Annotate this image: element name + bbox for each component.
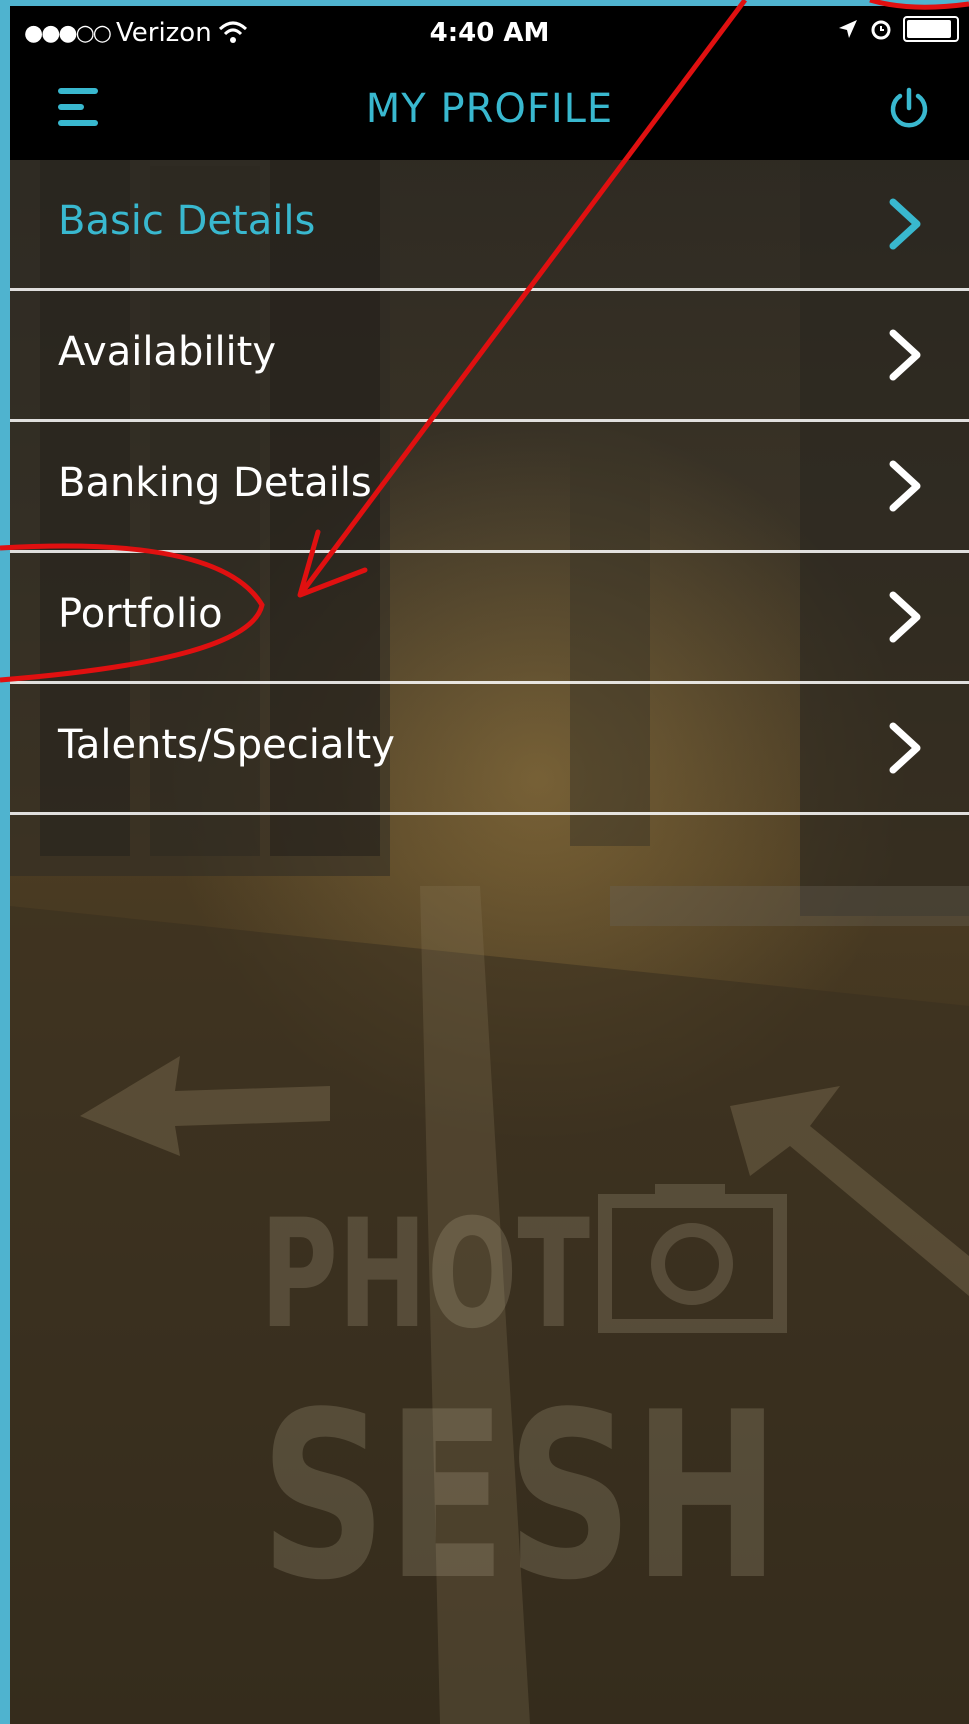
menu-item-availability[interactable]: Availability [10, 291, 969, 422]
battery-icon [903, 16, 959, 42]
menu-item-label: Banking Details [58, 460, 372, 506]
app-screen: ●●●○○ Verizon 4:40 AM MY PROFILE Basic D… [10, 6, 969, 1724]
chevron-right-icon [889, 722, 921, 774]
chevron-right-icon [889, 591, 921, 643]
alarm-icon [871, 20, 891, 40]
watermark-line1: PHOT [260, 1188, 590, 1362]
watermark-line2: SESH [260, 1364, 780, 1606]
photosesh-watermark-logo: PHOT SESH [260, 1184, 787, 1606]
chevron-right-icon [889, 198, 921, 250]
profile-menu-list: Basic Details Availability Banking Detai… [10, 160, 969, 815]
menu-item-label: Availability [58, 329, 277, 375]
menu-item-label: Basic Details [58, 198, 316, 244]
status-time: 4:40 AM [429, 18, 550, 48]
page-title: MY PROFILE [365, 86, 614, 132]
menu-item-portfolio[interactable]: Portfolio [10, 553, 969, 684]
menu-item-banking-details[interactable]: Banking Details [10, 422, 969, 553]
power-icon[interactable] [885, 84, 933, 132]
menu-item-label: Portfolio [58, 591, 223, 637]
chevron-right-icon [889, 460, 921, 512]
chevron-right-icon [889, 329, 921, 381]
status-icons [837, 16, 959, 42]
location-arrow-icon [839, 20, 857, 38]
status-bar: ●●●○○ Verizon 4:40 AM [10, 6, 969, 60]
menu-item-label: Talents/Specialty [58, 722, 395, 768]
menu-item-basic-details[interactable]: Basic Details [10, 160, 969, 291]
nav-bar: MY PROFILE [10, 60, 969, 160]
menu-item-talents-specialty[interactable]: Talents/Specialty [10, 684, 969, 815]
